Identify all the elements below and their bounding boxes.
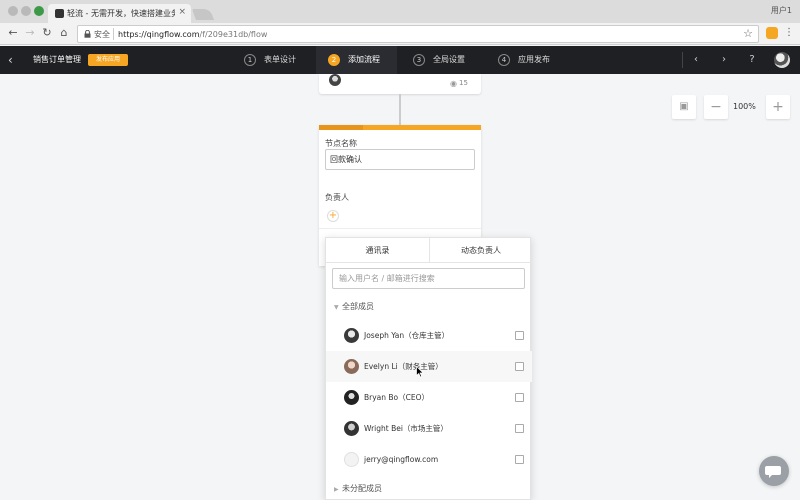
- caret-down-icon: ▼: [334, 304, 339, 311]
- member-checkbox[interactable]: [515, 331, 524, 340]
- url-host: https://qingflow.com: [118, 30, 200, 39]
- caret-right-icon: ▶: [334, 486, 339, 493]
- chat-icon: [765, 466, 781, 478]
- publish-app-button[interactable]: 发布应用: [88, 54, 128, 66]
- header-divider: [682, 52, 683, 68]
- redo-icon[interactable]: ›: [717, 53, 731, 67]
- back-arrow-icon[interactable]: ‹: [8, 53, 20, 67]
- flow-connector: [399, 94, 401, 125]
- secure-label: 安全: [94, 30, 110, 39]
- node-name-label: 节点名称: [325, 139, 357, 148]
- member-checkbox[interactable]: [515, 362, 524, 371]
- node-color-bar: [319, 125, 481, 130]
- tab-contacts[interactable]: 通讯录: [326, 238, 429, 263]
- member-name: Wright Bei（市场主管）: [364, 424, 448, 433]
- group-label: 全部成员: [342, 302, 374, 311]
- step-global-settings[interactable]: 3 全局设置: [413, 46, 483, 74]
- undo-icon[interactable]: ‹: [689, 53, 703, 67]
- step-number: 1: [244, 54, 256, 66]
- node-divider: [319, 228, 481, 229]
- address-bar[interactable]: 安全 https://qingflow.com/f/209e31db/flow …: [77, 25, 759, 43]
- avatar: [329, 74, 341, 86]
- member-name: Evelyn Li（财务主管）: [364, 362, 443, 371]
- browser-tab-active[interactable]: 轻流 - 无需开发，快速搭建业务 ×: [48, 4, 191, 23]
- avatar: [344, 359, 359, 374]
- browser-profile-label[interactable]: 用户1: [771, 5, 792, 16]
- add-assignee-button[interactable]: +: [327, 210, 339, 222]
- browser-toolbar: ← → ↻ ⌂ 安全 https://qingflow.com/f/209e31…: [0, 23, 800, 45]
- browser-back-icon[interactable]: ←: [6, 26, 20, 40]
- chat-support-button[interactable]: [759, 456, 789, 486]
- step-label: 表单设计: [264, 55, 296, 64]
- node-name-input[interactable]: 回款确认: [325, 149, 475, 170]
- member-row[interactable]: jerry@qingflow.com: [326, 444, 532, 475]
- member-name: jerry@qingflow.com: [364, 455, 439, 464]
- avatar: [344, 421, 359, 436]
- zoom-out-button[interactable]: −: [704, 95, 728, 119]
- bookmark-star-icon[interactable]: ☆: [743, 27, 753, 41]
- eye-icon: ◉: [450, 79, 457, 88]
- member-checkbox[interactable]: [515, 424, 524, 433]
- default-avatar-icon: [344, 452, 359, 467]
- zoom-in-button[interactable]: +: [766, 95, 790, 119]
- url-text[interactable]: https://qingflow.com/f/209e31db/flow: [118, 29, 267, 40]
- step-label: 添加流程: [348, 55, 380, 64]
- lock-icon: [84, 30, 91, 38]
- tab-title: 轻流 - 无需开发，快速搭建业务: [67, 9, 175, 18]
- avatar: [344, 328, 359, 343]
- step-label: 应用发布: [518, 55, 550, 64]
- member-row[interactable]: Joseph Yan（仓库主管）: [326, 320, 532, 351]
- step-label: 全局设置: [433, 55, 465, 64]
- window-close-button[interactable]: [8, 6, 18, 16]
- group-unassigned-members[interactable]: ▶ 未分配成员: [334, 483, 382, 495]
- url-separator: [113, 28, 114, 40]
- window-minimize-button[interactable]: [21, 6, 31, 16]
- url-path: /f/209e31db/flow: [199, 30, 268, 39]
- assignee-label: 负责人: [325, 193, 349, 202]
- app-header: ‹ 销售订单管理 发布应用 1 表单设计 2 添加流程 3 全局设置 4 应用发…: [0, 46, 800, 74]
- zoom-level: 100%: [733, 102, 756, 111]
- step-number: 4: [498, 54, 510, 66]
- member-name: Bryan Bo（CEO）: [364, 393, 430, 402]
- help-icon[interactable]: ?: [745, 53, 759, 67]
- avatar: [344, 390, 359, 405]
- fit-view-icon[interactable]: ▣: [672, 95, 696, 119]
- browser-reload-icon[interactable]: ↻: [40, 26, 54, 40]
- mouse-cursor-icon: [416, 366, 424, 378]
- step-add-flow[interactable]: 2 添加流程: [316, 46, 397, 74]
- step-number: 3: [413, 54, 425, 66]
- member-name: Joseph Yan（仓库主管）: [364, 331, 450, 340]
- app-title: 销售订单管理: [33, 55, 81, 64]
- member-row[interactable]: Evelyn Li（财务主管）: [326, 351, 532, 382]
- node-color-bar-accent: [319, 125, 363, 130]
- member-row[interactable]: Wright Bei（市场主管）: [326, 413, 532, 444]
- browser-tab-bar: 轻流 - 无需开发，快速搭建业务 × 用户1: [0, 0, 800, 23]
- member-checkbox[interactable]: [515, 393, 524, 402]
- extension-icon[interactable]: [766, 27, 778, 39]
- flow-canvas: ◉ 15 节点名称 回款确认 负责人 + ▣ − 100% + 通讯录 动态负责…: [0, 74, 800, 500]
- group-all-members[interactable]: ▼ 全部成员: [334, 301, 374, 313]
- user-avatar[interactable]: [774, 52, 790, 68]
- step-app-publish[interactable]: 4 应用发布: [498, 46, 568, 74]
- tab-close-icon[interactable]: ×: [178, 7, 186, 18]
- tab-dynamic-assignee[interactable]: 动态负责人: [429, 238, 532, 263]
- window-maximize-button[interactable]: [34, 6, 44, 16]
- picker-tabs: 通讯录 动态负责人: [326, 238, 532, 263]
- assignee-picker: 通讯录 动态负责人 输入用户名 / 邮箱进行搜索 ▼ 全部成员 Joseph Ya…: [325, 237, 532, 500]
- new-tab-button[interactable]: [191, 9, 215, 20]
- member-row[interactable]: Bryan Bo（CEO）: [326, 382, 532, 413]
- group-label: 未分配成员: [342, 484, 382, 493]
- member-checkbox[interactable]: [515, 455, 524, 464]
- member-search-input[interactable]: 输入用户名 / 邮箱进行搜索: [332, 268, 525, 289]
- view-count: 15: [459, 79, 468, 87]
- browser-home-icon[interactable]: ⌂: [57, 26, 71, 40]
- favicon-icon: [55, 9, 64, 18]
- browser-forward-icon[interactable]: →: [23, 26, 37, 40]
- step-form-design[interactable]: 1 表单设计: [244, 46, 314, 74]
- step-number: 2: [328, 54, 340, 66]
- browser-menu-icon[interactable]: ⋮: [784, 26, 794, 40]
